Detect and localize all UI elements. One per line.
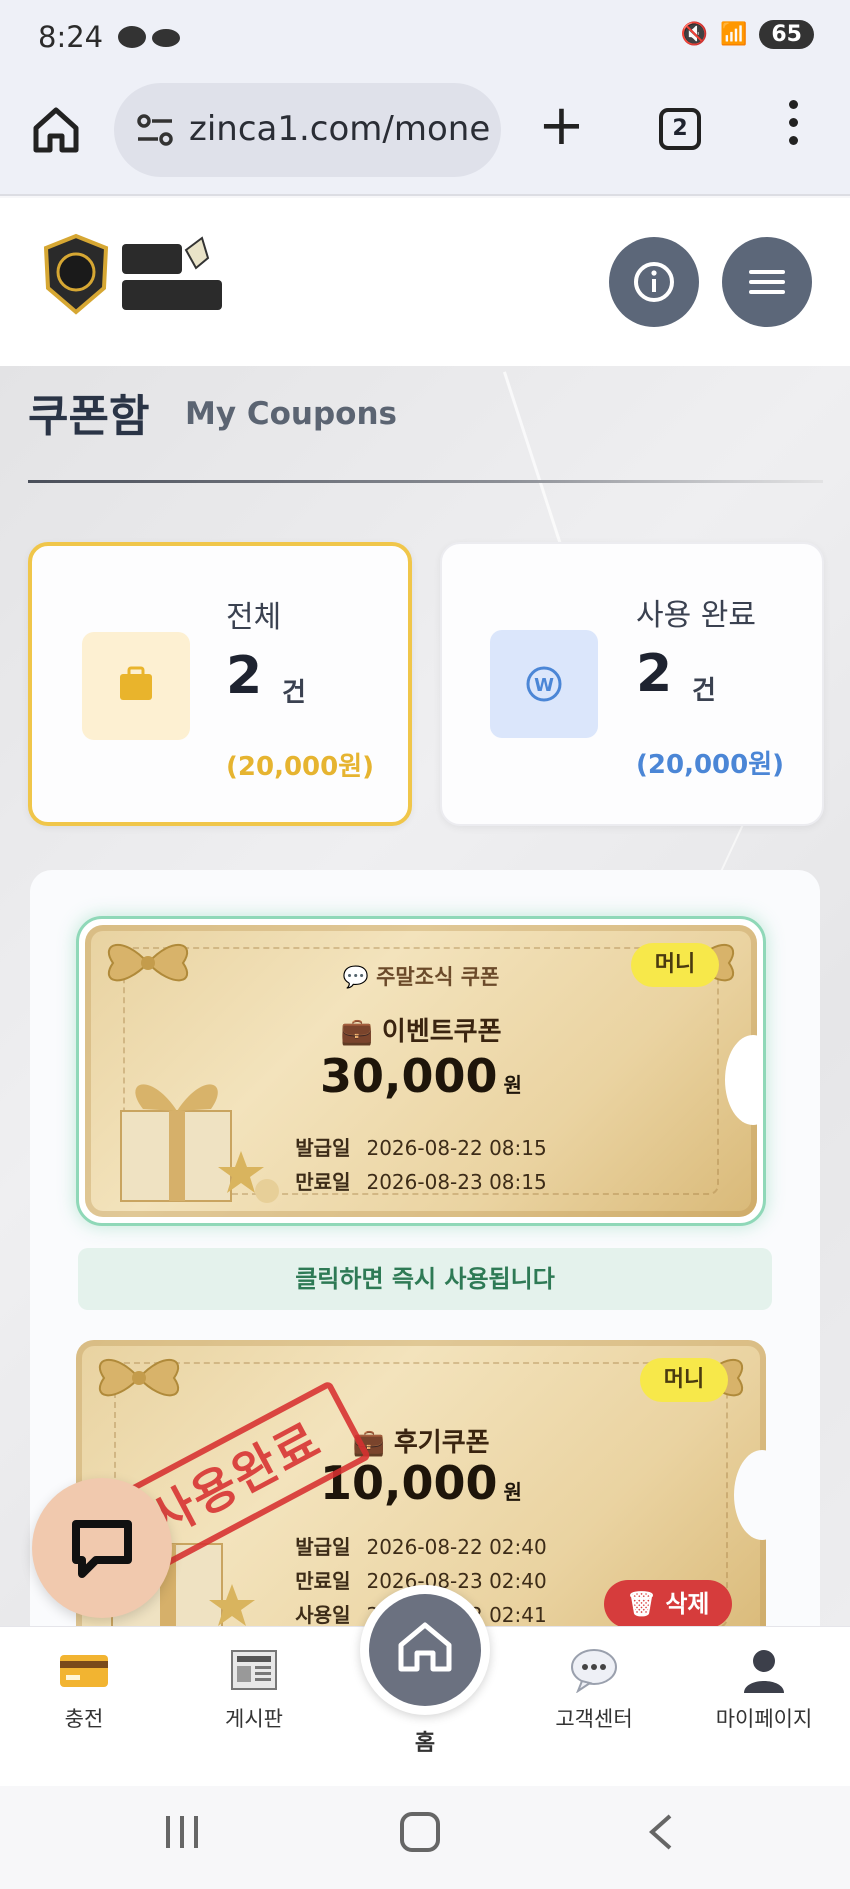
home-icon xyxy=(398,1622,452,1672)
card-icon xyxy=(58,1647,110,1693)
stat-amount: (20,000원) xyxy=(636,750,785,780)
nav-item-mypage[interactable]: 마이페이지 xyxy=(694,1647,834,1733)
coupon-badge: 머니 xyxy=(640,1358,728,1402)
browser-home-button[interactable] xyxy=(30,104,82,156)
nav-label: 게시판 xyxy=(225,1707,283,1731)
stat-count: 2 xyxy=(636,644,673,704)
coupon-dates: 발급일 2026-08-22 08:15 만료일 2026-08-23 08:15 xyxy=(295,1136,547,1194)
live-chat-button[interactable] xyxy=(32,1478,172,1618)
site-header xyxy=(0,198,850,366)
nav-label: 마이페이지 xyxy=(715,1707,813,1731)
trash-icon: 🗑 xyxy=(626,1590,657,1618)
browser-toolbar: zinca1.com/mone + 2 xyxy=(0,78,850,196)
recent-apps-button[interactable] xyxy=(162,1812,202,1852)
page-title: 쿠폰함 xyxy=(28,391,150,442)
bottom-navigation: 충전 게시판 홈 고객센터 마이페이지 xyxy=(0,1585,850,1786)
title-divider xyxy=(28,480,823,483)
nav-item-home[interactable] xyxy=(360,1585,490,1715)
info-button[interactable] xyxy=(609,237,699,327)
delete-coupon-button[interactable]: 🗑 삭제 xyxy=(604,1580,732,1626)
status-time: 8:24 xyxy=(38,20,104,54)
status-right: 🔇 📶 65 xyxy=(681,20,814,49)
system-navigation-bar xyxy=(0,1786,850,1889)
ribbon-bow-icon xyxy=(98,1359,180,1397)
won-coin-icon: W xyxy=(490,630,598,738)
svg-text:W: W xyxy=(534,675,554,696)
coupon-amount: 30,000 원 xyxy=(320,1049,522,1103)
site-logo[interactable] xyxy=(36,228,236,320)
wifi-icon: 📶 xyxy=(719,22,748,47)
battery-indicator: 65 xyxy=(759,20,814,49)
coupon-page: 쿠폰함 My Coupons 전체 2 건 (20,000원) W 사용 완료 … xyxy=(0,366,850,1626)
stat-unit: 건 xyxy=(692,676,716,706)
nav-label: 홈 xyxy=(414,1731,436,1756)
new-tab-button[interactable]: + xyxy=(538,98,585,154)
stat-label: 사용 완료 xyxy=(636,598,756,633)
url-text: zinca1.com/mone xyxy=(189,109,491,149)
stat-card-total[interactable]: 전체 2 건 (20,000원) xyxy=(28,542,412,826)
status-bar: 8:24 🔇 📶 65 xyxy=(0,0,850,78)
stat-card-used[interactable]: W 사용 완료 2 건 (20,000원) xyxy=(440,542,824,826)
nav-item-support[interactable]: 고객센터 xyxy=(524,1647,664,1733)
coupon-card: 머니 💼 후기쿠폰 10,000 원 발급일 2026-08-22 02:40 만료… xyxy=(76,1340,766,1626)
nav-item-board[interactable]: 게시판 xyxy=(184,1647,324,1733)
nav-item-charge[interactable]: 충전 xyxy=(14,1647,154,1733)
stat-amount: (20,000원) xyxy=(226,752,375,782)
nav-label: 충전 xyxy=(64,1707,104,1731)
site-settings-icon[interactable] xyxy=(136,113,174,147)
speech-bubble-icon: 💬 xyxy=(342,965,369,989)
chat-bubble-icon xyxy=(568,1647,620,1694)
mute-icon: 🔇 xyxy=(680,22,708,47)
address-bar[interactable]: zinca1.com/mone xyxy=(114,83,501,177)
notification-icons xyxy=(116,22,186,59)
coupon-name: 💼 이벤트쿠폰 xyxy=(340,1017,502,1047)
newspaper-icon xyxy=(228,1647,280,1693)
chat-icon xyxy=(72,1520,132,1578)
briefcase-icon: 💼 xyxy=(340,1017,373,1047)
coupon-card[interactable]: 머니 💬 주말조식 쿠폰 💼 이벤트쿠폰 30,000 원 발급일 2026-08-… xyxy=(76,916,766,1226)
home-icon xyxy=(33,107,79,153)
tab-switcher-button[interactable]: 2 xyxy=(659,108,701,150)
hamburger-menu-button[interactable] xyxy=(722,237,812,327)
stat-count: 2 xyxy=(226,646,263,706)
more-menu-button[interactable] xyxy=(785,100,801,158)
hamburger-icon xyxy=(749,270,785,294)
user-icon xyxy=(738,1647,790,1693)
briefcase-icon xyxy=(82,632,190,740)
nav-label: 고객센터 xyxy=(555,1707,633,1731)
stat-label: 전체 xyxy=(226,600,282,635)
system-home-button[interactable] xyxy=(400,1812,440,1852)
coupon-type: 💬 주말조식 쿠폰 xyxy=(342,965,500,989)
page-subtitle: My Coupons xyxy=(185,396,397,432)
info-icon xyxy=(634,262,674,302)
stat-unit: 건 xyxy=(282,678,306,708)
back-button[interactable] xyxy=(646,1812,676,1852)
coupon-name: 💼 후기쿠폰 xyxy=(352,1428,490,1458)
use-coupon-hint[interactable]: 클릭하면 즉시 사용됩니다 xyxy=(78,1248,772,1310)
